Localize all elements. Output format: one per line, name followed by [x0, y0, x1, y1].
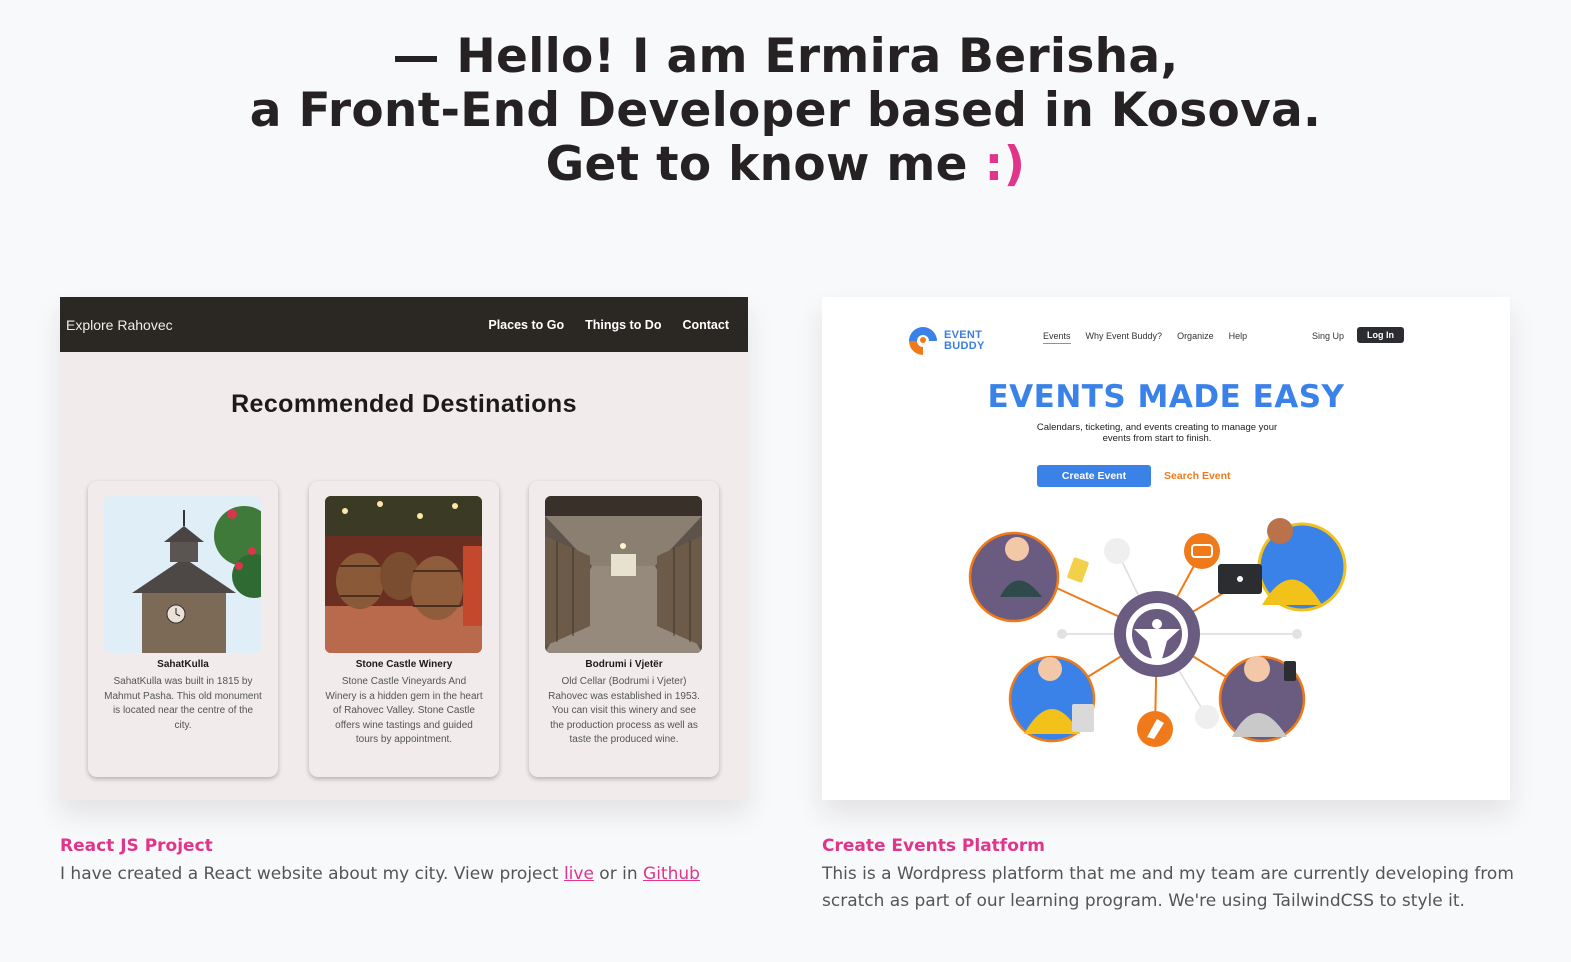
event-buddy-navbar: EVENT BUDDY Events Why Event Buddy? Orga…: [822, 325, 1510, 357]
destination-title: Stone Castle Winery: [355, 659, 453, 670]
project-screenshot-event-buddy[interactable]: EVENT BUDDY Events Why Event Buddy? Orga…: [822, 297, 1510, 800]
hero-smile: :): [984, 137, 1026, 192]
event-buddy-nav-links: Events Why Event Buddy? Organize Help: [1043, 331, 1247, 344]
eb-headline: EVENTS MADE EASY: [987, 379, 1345, 415]
rahovec-section-title: Recommended Destinations: [231, 390, 577, 418]
destination-card: Stone Castle Winery Stone Castle Vineyar…: [309, 481, 499, 777]
rahovec-nav-contact: Contact: [682, 317, 729, 332]
description-text: or in: [593, 864, 644, 884]
rahovec-nav-places: Places to Go: [488, 317, 565, 332]
hero-heading: — Hello! I am Ermira Berisha, a Front-En…: [0, 30, 1571, 192]
destination-title: SahatKulla: [157, 659, 209, 670]
eb-subtitle: Calendars, ticketing, and events creatin…: [1036, 422, 1278, 444]
people-network-illustration: [968, 518, 1347, 747]
eb-nav-help: Help: [1228, 331, 1248, 341]
clock-tower-photo: [104, 496, 261, 653]
rahovec-navbar: Explore Rahovec Places to Go Things to D…: [60, 297, 748, 352]
hero-line-1: — Hello! I am Ermira Berisha,: [392, 29, 1179, 84]
hero-line-2: a Front-End Developer based in Kosova.: [249, 83, 1322, 138]
hero-line-3: Get to know me :): [0, 138, 1571, 192]
eb-nav-organize: Organize: [1177, 331, 1214, 341]
project-screenshot-rahovec[interactable]: Explore Rahovec Places to Go Things to D…: [60, 297, 748, 800]
winery-photo: [325, 496, 482, 653]
rahovec-brand: Explore Rahovec: [66, 316, 173, 333]
eb-nav-why: Why Event Buddy?: [1085, 331, 1163, 341]
live-link[interactable]: live: [564, 864, 594, 884]
eb-search-event-button: Search Event: [1164, 470, 1231, 482]
event-buddy-logo: EVENT BUDDY: [907, 325, 985, 357]
project-title: Create Events Platform: [822, 836, 1045, 856]
rahovec-nav-things: Things to Do: [585, 317, 662, 332]
rahovec-nav-links: Places to Go Things to Do Contact: [488, 318, 729, 332]
destination-card: Bodrumi i Vjetër Old Cellar (Bodrumi i V…: [529, 481, 719, 777]
logo-line-2: BUDDY: [944, 340, 985, 352]
project-caption-events: Create Events Platform This is a Wordpre…: [822, 835, 1522, 915]
project-caption-react: React JS Project I have created a React …: [60, 835, 760, 888]
destination-text: SahatKulla was built in 1815 by Mahmut P…: [104, 676, 262, 731]
description-text: I have created a React website about my …: [60, 864, 564, 884]
cellar-photo: [545, 496, 702, 653]
destination-title: Bodrumi i Vjetër: [585, 659, 663, 670]
project-description: This is a Wordpress platform that me and…: [822, 864, 1514, 911]
event-buddy-logo-icon: [909, 327, 937, 355]
eb-nav-events: Events: [1043, 331, 1071, 344]
project-title: React JS Project: [60, 836, 213, 856]
project-description: I have created a React website about my …: [60, 861, 760, 888]
destination-text: Stone Castle Vineyards And Winery is a h…: [325, 676, 483, 745]
destination-text: Old Cellar (Bodrumi i Vjeter) Rahovec wa…: [548, 676, 700, 745]
hero-line-3-text: Get to know me: [545, 137, 985, 192]
destination-card: SahatKulla SahatKulla was built in 1815 …: [88, 481, 278, 777]
eb-signup-link: Sing Up: [1312, 331, 1345, 341]
eb-create-event-button: Create Event: [1037, 465, 1151, 487]
github-link[interactable]: Github: [643, 864, 700, 884]
eb-login-button: Log In: [1357, 327, 1404, 343]
